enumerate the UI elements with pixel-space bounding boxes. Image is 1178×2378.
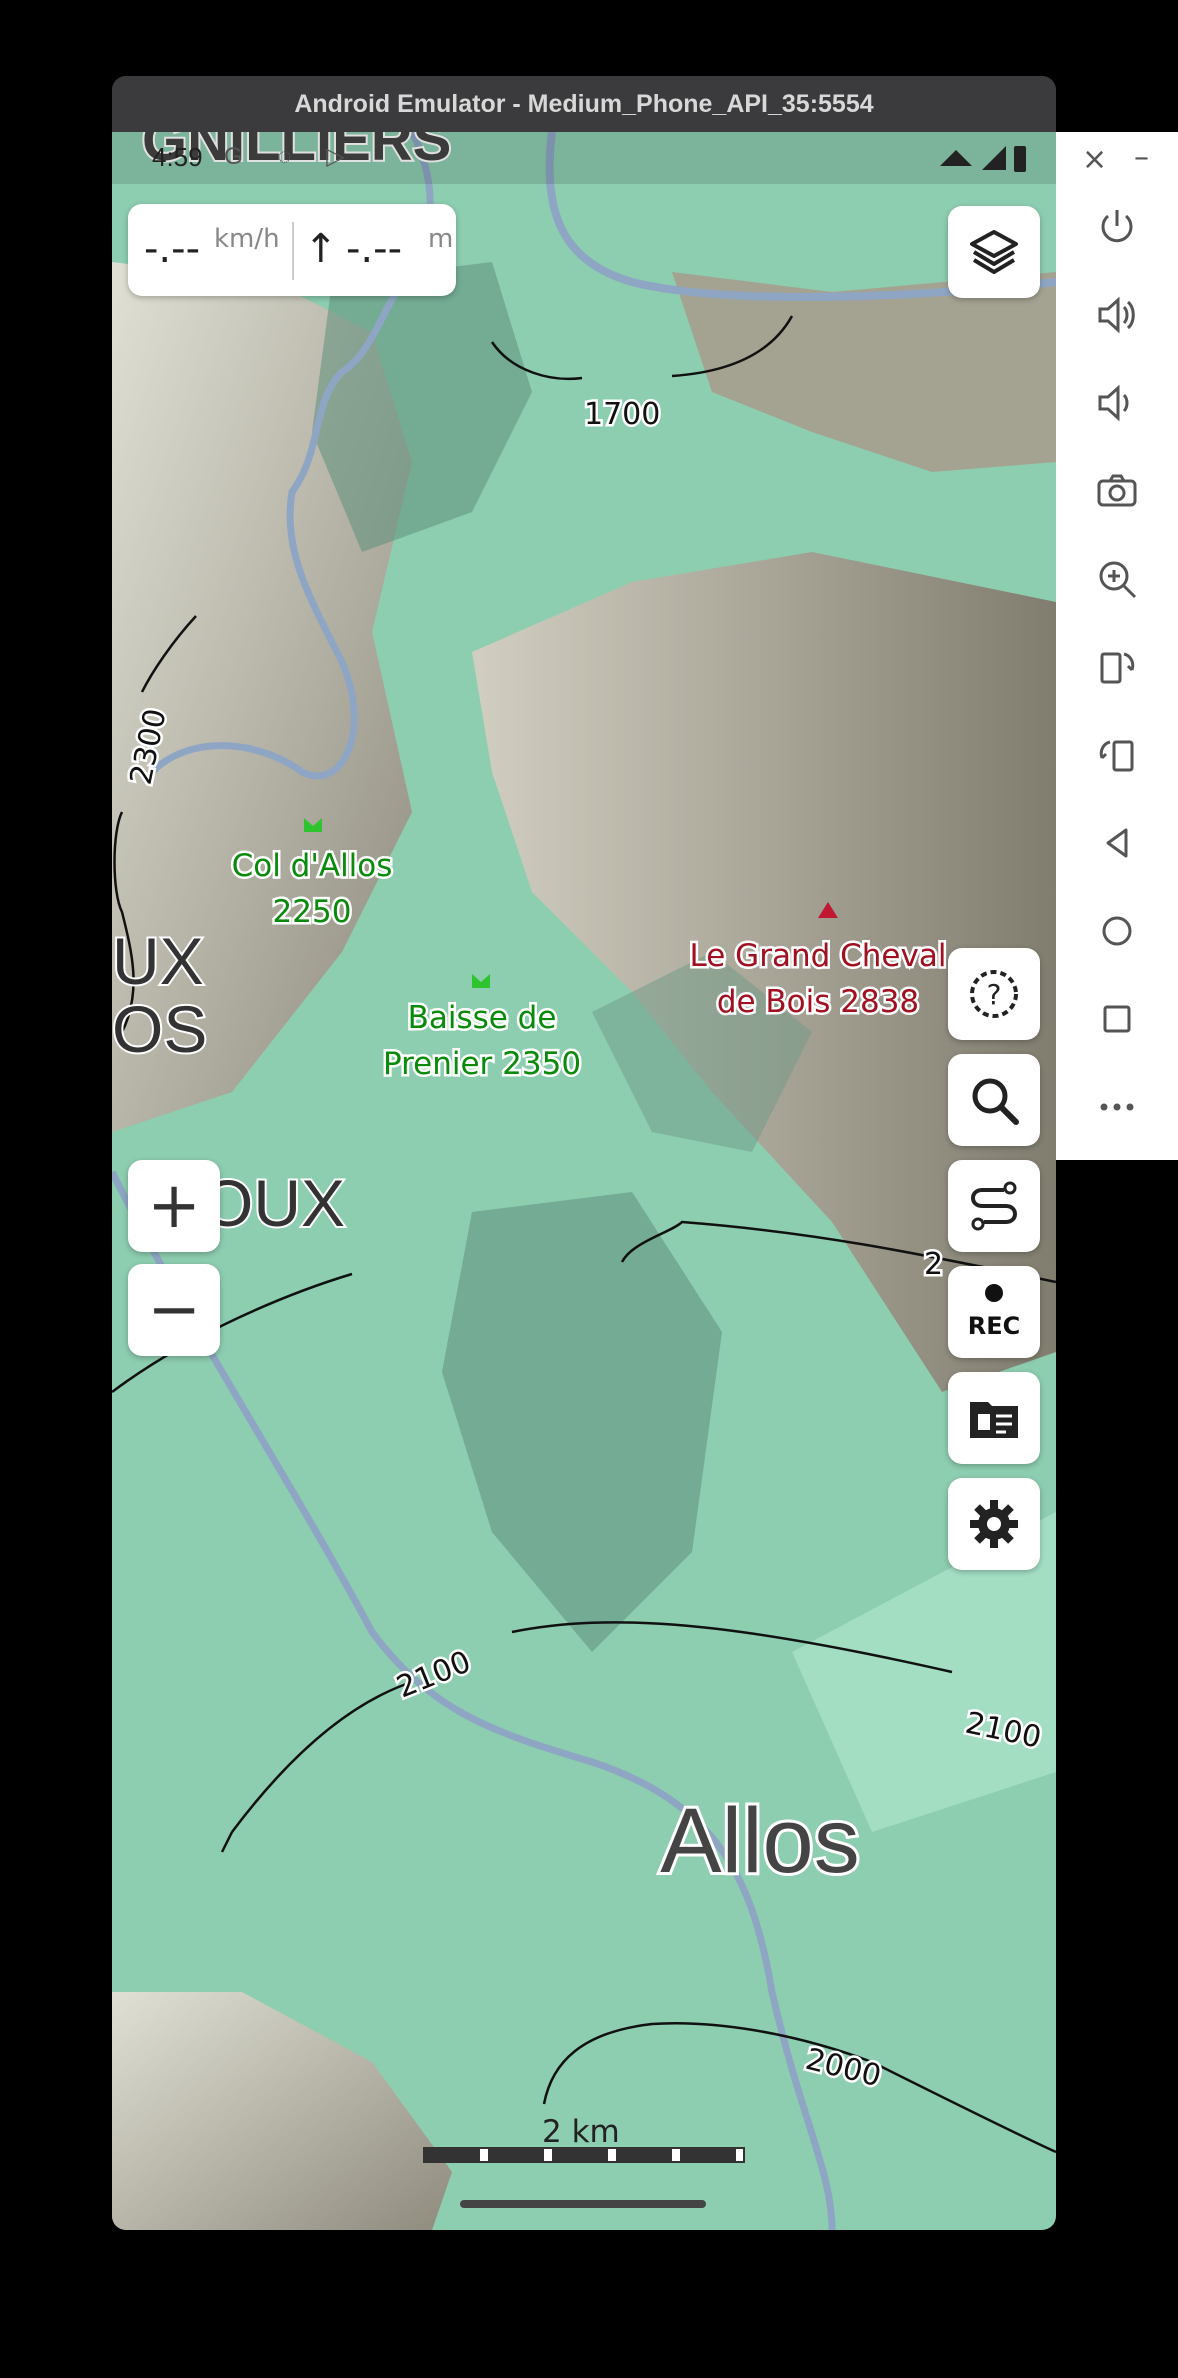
device-screen[interactable]: 1700 2300 2100 2100 2000 2 GNILLIERS UX … bbox=[112, 132, 1056, 2230]
altitude-value: -.-- bbox=[346, 226, 403, 272]
status-icons: G ◌ ▷ bbox=[224, 143, 359, 170]
emulator-side-toolbar: × – bbox=[1056, 132, 1178, 1160]
place-label: Baisse de bbox=[408, 1000, 557, 1036]
map-view[interactable]: 1700 2300 2100 2100 2000 2 GNILLIERS UX … bbox=[112, 132, 1056, 2230]
contour-label: 1700 bbox=[584, 397, 660, 432]
close-icon[interactable]: × bbox=[1082, 142, 1107, 177]
gear-icon bbox=[970, 1500, 1018, 1548]
zoom-in-button[interactable]: + bbox=[128, 1160, 220, 1252]
help-icon: ? bbox=[970, 970, 1018, 1018]
gesture-bar[interactable] bbox=[460, 2200, 706, 2208]
volume-down-icon[interactable] bbox=[1094, 380, 1140, 426]
emulator-window: Android Emulator - Medium_Phone_API_35:5… bbox=[112, 76, 1056, 2230]
record-button[interactable]: REC bbox=[948, 1266, 1040, 1358]
layers-button[interactable] bbox=[948, 206, 1040, 298]
route-button[interactable] bbox=[948, 1160, 1040, 1252]
search-button[interactable] bbox=[948, 1054, 1040, 1146]
home-icon[interactable] bbox=[1094, 908, 1140, 954]
town-label: Allos bbox=[660, 1790, 859, 1892]
help-button[interactable]: ? bbox=[948, 948, 1040, 1040]
zoom-out-button[interactable]: − bbox=[128, 1264, 220, 1356]
place-label-partial: OS bbox=[112, 992, 207, 1066]
overview-icon[interactable] bbox=[1094, 996, 1140, 1042]
settings-button[interactable] bbox=[948, 1478, 1040, 1570]
layers-icon bbox=[970, 230, 1018, 274]
signal-battery-icon bbox=[940, 146, 1026, 172]
minimize-icon[interactable]: – bbox=[1134, 140, 1149, 175]
power-icon[interactable] bbox=[1094, 204, 1140, 250]
place-label: Prenier 2350 bbox=[383, 1046, 581, 1082]
search-icon bbox=[972, 1078, 1019, 1125]
contour-label: 2 bbox=[924, 1247, 943, 1282]
scale-label: 2 km bbox=[542, 2114, 620, 2150]
speed-unit: km/h bbox=[214, 224, 280, 254]
rotate-left-icon[interactable] bbox=[1094, 644, 1140, 690]
svg-text:?: ? bbox=[987, 978, 1002, 1011]
altitude-arrow-icon: ↑ bbox=[304, 226, 338, 272]
back-icon[interactable] bbox=[1094, 820, 1140, 866]
rotate-right-icon[interactable] bbox=[1094, 732, 1140, 778]
place-elevation: 2250 bbox=[273, 894, 352, 930]
record-dot-icon bbox=[985, 1284, 1003, 1302]
tracks-button[interactable] bbox=[948, 1372, 1040, 1464]
zoom-icon[interactable] bbox=[1094, 556, 1140, 602]
tracks-icon bbox=[970, 1402, 1018, 1438]
camera-icon[interactable] bbox=[1094, 468, 1140, 514]
altitude-unit: m bbox=[428, 224, 454, 254]
more-icon[interactable] bbox=[1094, 1084, 1140, 1130]
route-icon bbox=[971, 1181, 1017, 1231]
place-label-partial: OUX bbox=[202, 1166, 345, 1240]
place-label-partial: UX bbox=[112, 924, 204, 998]
speed-altitude-panel[interactable]: -.-- km/h ↑ -.-- m bbox=[128, 204, 456, 296]
place-label: de Bois 2838 bbox=[717, 984, 919, 1020]
volume-up-icon[interactable] bbox=[1094, 292, 1140, 338]
place-label: Le Grand Cheval bbox=[690, 938, 947, 974]
speed-value: -.-- bbox=[144, 226, 201, 272]
divider bbox=[292, 222, 294, 280]
place-label: Col d'Allos bbox=[232, 848, 393, 884]
status-bar: 4:59 G ◌ ▷ bbox=[112, 132, 1056, 184]
record-label: REC bbox=[967, 1312, 1021, 1340]
status-time: 4:59 bbox=[152, 142, 203, 172]
scale-bar bbox=[423, 2147, 745, 2163]
window-title: Android Emulator - Medium_Phone_API_35:5… bbox=[112, 76, 1056, 132]
